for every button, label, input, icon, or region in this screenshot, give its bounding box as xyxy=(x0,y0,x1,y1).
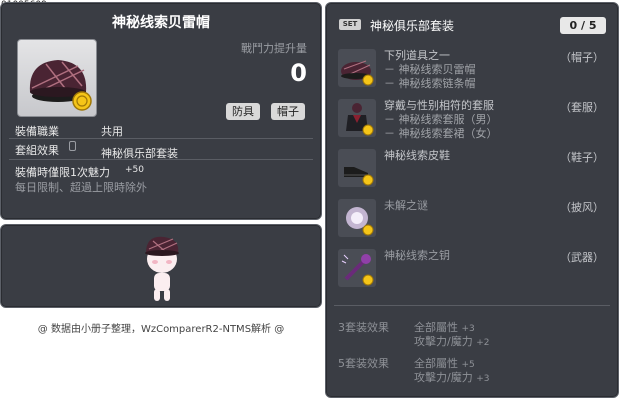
set-badge: SET xyxy=(339,19,361,30)
beret-icon xyxy=(29,60,92,111)
bonus-stat: 攻擊力/魔力 +3 xyxy=(414,369,490,385)
divider xyxy=(9,138,313,139)
set-item-weapon[interactable]: 神秘线索之钥 （武器） xyxy=(338,249,610,293)
set-item-option: － 神秘线索套裙（女） xyxy=(384,127,498,140)
bonus-stat: 攻擊力/魔力 +2 xyxy=(414,333,490,349)
power-label: 戰鬥力提升量 xyxy=(241,42,307,55)
limit-label: 裝備時僅限1次魅力 xyxy=(15,166,110,179)
bonus-stat-name: 攻擊力/魔力 xyxy=(414,371,473,384)
set-effect-label: 套組效果 xyxy=(15,144,59,157)
set-count: 0 / 5 xyxy=(560,17,606,34)
set-item-title: 神秘线索皮鞋 xyxy=(384,149,450,162)
tag-hat: 帽子 xyxy=(271,103,305,120)
set-item-option: － 神秘线索链条帽 xyxy=(384,77,476,90)
lock-icon xyxy=(69,141,76,151)
set-panel: SET 神秘俱乐部套装 0 / 5 下列道具之一 － 神秘线索贝雷帽 － 神秘线… xyxy=(325,2,619,398)
set-item-slot: （武器） xyxy=(560,251,604,264)
set-item-title: 穿戴与性别相符的套服 xyxy=(384,99,494,112)
tag-armor: 防具 xyxy=(226,103,260,120)
cape-icon xyxy=(338,199,376,237)
item-tooltip-panel: 神秘线索贝雷帽 戰鬥力提升量 0 防具 帽子 裝備職業 共用 套組效果 神秘俱乐… xyxy=(0,2,322,220)
item-name: 神秘线索贝雷帽 xyxy=(112,15,210,31)
job-label: 裝備職業 xyxy=(15,125,59,138)
bonus-label-3: 3套装效果 xyxy=(338,321,389,334)
set-item-option: － 神秘线索套服（男） xyxy=(384,113,498,126)
set-item-shoes[interactable]: 神秘线索皮鞋 （鞋子） xyxy=(338,149,610,193)
key-icon xyxy=(338,249,376,287)
bonus-stat-value: +2 xyxy=(476,338,490,348)
divider xyxy=(9,159,313,160)
bonus-stat-name: 攻擊力/魔力 xyxy=(414,335,473,348)
footer-note: @ 数据由小册子整理，WzComparerR2-NTMS解析 @ xyxy=(37,324,285,335)
power-value: 0 xyxy=(290,59,307,87)
beret-icon xyxy=(338,49,376,87)
character-preview-image xyxy=(145,236,179,301)
outfit-icon xyxy=(338,99,376,137)
bonus-label-5: 5套装效果 xyxy=(338,357,389,370)
set-item-option: － 神秘线索贝雷帽 xyxy=(384,63,476,76)
set-item-title: 下列道具之一 xyxy=(384,49,450,62)
set-item-title: 未解之谜 xyxy=(384,199,428,212)
set-item-slot: （帽子） xyxy=(560,51,604,64)
set-item-title: 神秘线索之钥 xyxy=(384,249,450,262)
set-item-slot: （鞋子） xyxy=(560,151,604,164)
set-item-outfit[interactable]: 穿戴与性别相符的套服 － 神秘线索套服（男） － 神秘线索套裙（女） （套服） xyxy=(338,99,610,143)
set-name: 神秘俱乐部套装 xyxy=(370,19,455,33)
divider xyxy=(334,305,610,306)
set-item-cape[interactable]: 未解之谜 （披风） xyxy=(338,199,610,243)
set-item-hat[interactable]: 下列道具之一 － 神秘线索贝雷帽 － 神秘线索链条帽 （帽子） xyxy=(338,49,610,93)
set-item-slot: （套服） xyxy=(560,101,604,114)
limit-value: +50 xyxy=(125,165,144,175)
shoe-icon xyxy=(338,149,376,187)
set-item-slot: （披风） xyxy=(560,201,604,214)
character-preview-panel xyxy=(0,224,322,308)
bonus-stat-value: +3 xyxy=(476,374,490,384)
limit-note: 每日限制、超過上限時除外 xyxy=(15,181,147,194)
job-value: 共用 xyxy=(101,125,123,138)
item-icon-frame xyxy=(17,39,97,117)
